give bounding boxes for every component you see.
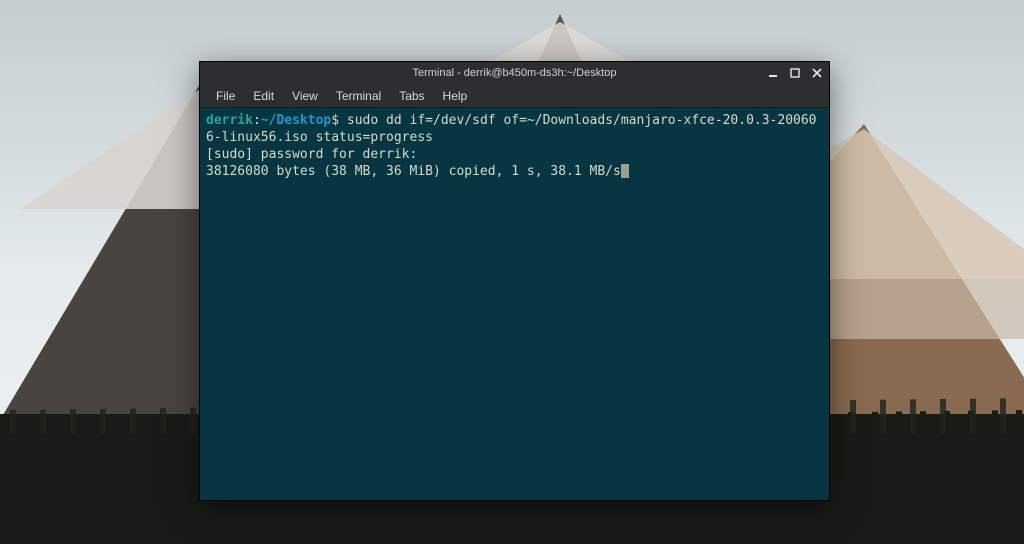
text-cursor	[621, 164, 629, 178]
menu-view[interactable]: View	[284, 87, 326, 105]
menu-tabs[interactable]: Tabs	[391, 87, 432, 105]
prompt-user: derrik	[206, 113, 253, 128]
menubar: File Edit View Terminal Tabs Help	[200, 84, 829, 108]
maximize-button[interactable]	[787, 65, 803, 81]
window-title: Terminal - derrik@b450m-ds3h:~/Desktop	[412, 67, 616, 79]
terminal-line: 38126080 bytes (38 MB, 36 MiB) copied, 1…	[206, 164, 621, 179]
terminal-output-area[interactable]: derrik:~/Desktop$ sudo dd if=/dev/sdf of…	[200, 108, 829, 500]
menu-file[interactable]: File	[208, 87, 243, 105]
minimize-button[interactable]	[765, 65, 781, 81]
menu-edit[interactable]: Edit	[245, 87, 282, 105]
window-titlebar[interactable]: Terminal - derrik@b450m-ds3h:~/Desktop	[200, 62, 829, 84]
menu-terminal[interactable]: Terminal	[328, 87, 389, 105]
prompt-colon: :	[253, 113, 261, 128]
menu-help[interactable]: Help	[435, 87, 476, 105]
terminal-window: Terminal - derrik@b450m-ds3h:~/Desktop F…	[199, 61, 830, 501]
prompt-path: ~/Desktop	[261, 113, 331, 128]
prompt-dollar: $	[331, 113, 339, 128]
window-controls	[765, 62, 825, 84]
close-button[interactable]	[809, 65, 825, 81]
terminal-line: [sudo] password for derrik:	[206, 147, 417, 162]
